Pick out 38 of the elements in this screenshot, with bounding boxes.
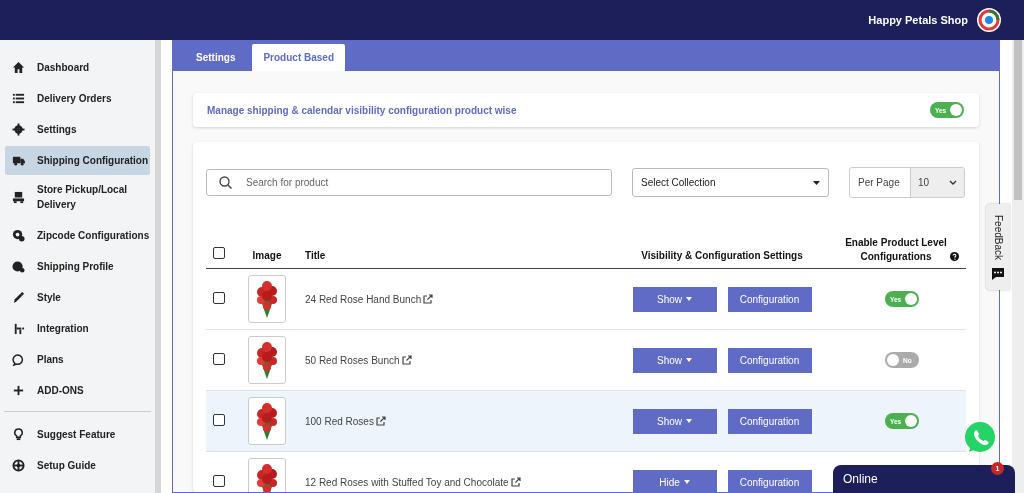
sidebar-item[interactable]: Style (5, 283, 150, 312)
sidebar-item[interactable]: Settings (5, 115, 150, 144)
column-header: Enable Product Level Configurations (845, 236, 947, 264)
feedback-tab[interactable]: FeedBack (986, 204, 1010, 290)
visibility-dropdown[interactable]: Show (632, 286, 717, 312)
product-title: 12 Red Roses with Stuffed Toy and Chocolate (305, 476, 509, 488)
configuration-button[interactable]: Configuration (727, 347, 812, 373)
column-header: Visibility & Configuration Settings (606, 220, 838, 269)
sidebar-item[interactable]: Setup Guide (5, 451, 150, 480)
column-header: Title (294, 220, 606, 269)
product-title: 50 Red Roses Bunch (305, 354, 400, 366)
configuration-button[interactable]: Configuration (727, 286, 812, 312)
product-title: 24 Red Rose Hand Bunch (305, 293, 422, 305)
visibility-dropdown[interactable]: Hide (632, 469, 717, 492)
sidebar-item[interactable]: Store Pickup/Local Delivery (5, 178, 150, 216)
per-page-label: Per Page (857, 176, 901, 190)
shop-name: Happy Petals Shop (868, 14, 968, 26)
sidebar-item[interactable]: Plans (5, 345, 150, 374)
sidebar-item[interactable]: Delivery Orders (5, 84, 150, 113)
sidebar-item[interactable]: Dashboard (5, 53, 150, 82)
sidebar-item[interactable]: Shipping Configuration (5, 146, 150, 175)
configuration-button[interactable]: Configuration (727, 469, 812, 492)
tab[interactable]: Settings (185, 44, 247, 71)
per-page-select[interactable]: 10 (910, 168, 964, 197)
configuration-button[interactable]: Configuration (727, 408, 812, 434)
sidebar-item[interactable]: Zipcode Configurations (5, 221, 150, 250)
visibility-dropdown[interactable]: Show (632, 408, 717, 434)
sidebar-item[interactable]: Integration (5, 314, 150, 343)
search-field[interactable]: Search for product (206, 169, 612, 196)
product-title: 100 Red Roses (305, 415, 374, 427)
visibility-dropdown[interactable]: Show (632, 347, 717, 373)
banner-text: Manage shipping & calendar visibility configuration product wise (207, 104, 517, 116)
sidebar-item[interactable]: Suggest Feature (5, 420, 150, 449)
collection-dropdown[interactable]: Select Collection (632, 168, 829, 197)
column-header: Image (240, 220, 294, 269)
tab[interactable]: Product Based (252, 44, 346, 71)
sidebar-item[interactable]: ADD-ONS (5, 376, 150, 405)
sidebar-item[interactable]: Shipping Profile (5, 252, 150, 281)
